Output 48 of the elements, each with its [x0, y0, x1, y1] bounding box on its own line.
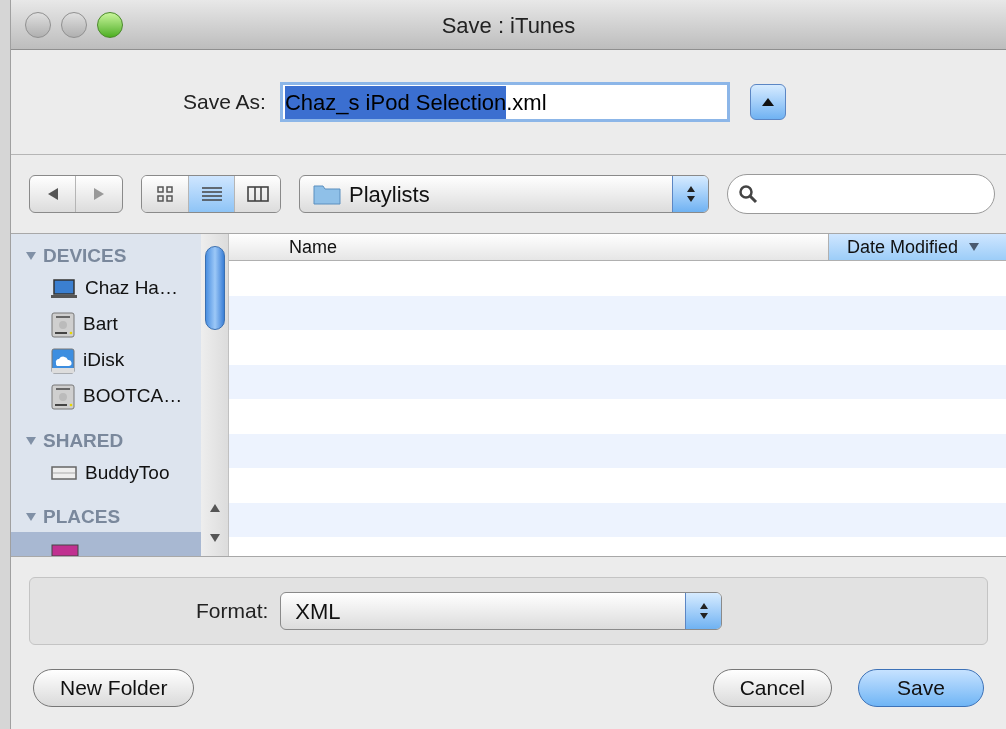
location-popup[interactable]: Playlists: [299, 175, 709, 213]
save-as-label: Save As:: [183, 89, 266, 116]
dialog-button[interactable]: Save: [858, 669, 984, 707]
format-label: Format:: [196, 598, 269, 625]
scroll-down-icon[interactable]: [209, 532, 221, 544]
folder-icon: [313, 183, 341, 205]
dialog-button[interactable]: Cancel: [712, 669, 832, 707]
expand-button[interactable]: [749, 84, 786, 120]
window-title: Save : iTunes: [441, 11, 576, 40]
column-header[interactable]: Name: [229, 234, 828, 260]
scrollbar-thumb[interactable]: [205, 246, 225, 330]
zoom-button[interactable]: [97, 11, 123, 38]
icons-view-button[interactable]: [142, 176, 188, 212]
sidebar-item[interactable]: Bart: [11, 306, 201, 343]
stepper-arrows-icon: [685, 185, 696, 203]
view-mode-control[interactable]: [141, 175, 281, 213]
sidebar-item[interactable]: BOOTCA…: [11, 378, 201, 415]
close-button[interactable]: [25, 11, 51, 38]
hard-drive-icon: [51, 383, 75, 410]
sidebar-section-title: PLACES: [43, 505, 121, 529]
filename-field[interactable]: Chaz_s iPod Selection.xml: [279, 82, 730, 122]
desktop-icon: [51, 543, 79, 556]
list-view-icon: [200, 186, 223, 202]
hard-drive-icon: [51, 311, 75, 338]
sidebar-item[interactable]: Chaz Ha…: [11, 270, 201, 307]
icon-view-icon: [156, 185, 174, 203]
dialog-button[interactable]: New Folder: [33, 669, 195, 707]
sidebar-section-title: SHARED: [43, 428, 124, 453]
scroll-up-icon[interactable]: [209, 502, 221, 514]
sidebar-item[interactable]: iDisk: [11, 342, 201, 379]
disclosure-triangle-icon[interactable]: [25, 512, 37, 523]
list-view-button[interactable]: [188, 176, 234, 212]
sort-descending-icon: [968, 242, 981, 252]
laptop-icon: [51, 278, 77, 299]
columns-view-button[interactable]: [234, 176, 280, 212]
sidebar-item[interactable]: BuddyToo: [11, 455, 201, 491]
disclosure-triangle-icon[interactable]: [25, 251, 37, 262]
sidebar-section-title: DEVICES: [43, 244, 127, 268]
network-drive-icon: [51, 466, 77, 480]
triangle-up-icon: [760, 97, 775, 107]
column-header[interactable]: Date Modified: [828, 234, 1006, 260]
format-popup[interactable]: XML: [280, 592, 723, 630]
search-field[interactable]: [727, 174, 995, 214]
disclosure-triangle-icon[interactable]: [25, 435, 37, 446]
column-view-icon: [246, 186, 269, 202]
search-icon: [738, 184, 758, 204]
stepper-arrows-icon: [698, 602, 709, 620]
minimize-button[interactable]: [61, 11, 87, 38]
